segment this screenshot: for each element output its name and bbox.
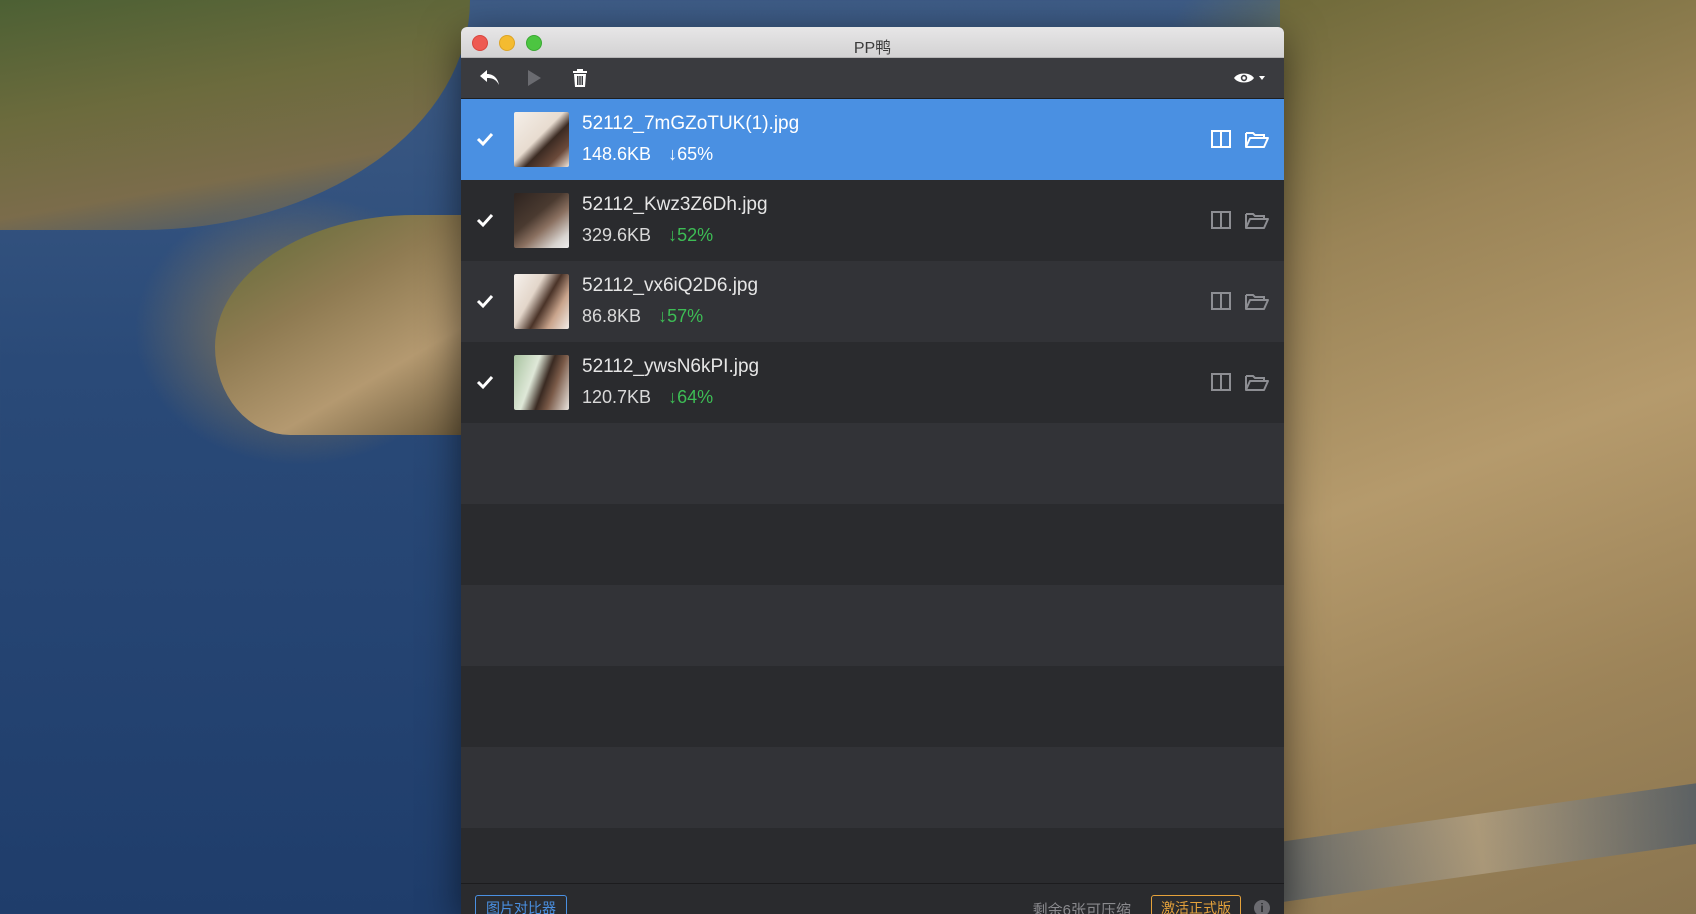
file-row[interactable]: 52112_Kwz3Z6Dh.jpg 329.6KB ↓52% xyxy=(461,180,1284,261)
trash-icon xyxy=(573,69,587,87)
split-view-icon xyxy=(1211,292,1231,310)
checkmark-icon[interactable] xyxy=(475,291,495,311)
app-window: PP鸭 52112_7mGZoTUK(1).jpg 148.6KB ↓65% 5… xyxy=(461,27,1284,914)
file-name: 52112_7mGZoTUK(1).jpg xyxy=(582,113,800,134)
empty-list-row xyxy=(461,747,1284,828)
status-bar: 图片对比器 剩余6张可压缩 激活正式版 i xyxy=(461,883,1284,914)
compression-saving: ↓65% xyxy=(668,144,714,164)
checkmark-icon[interactable] xyxy=(475,210,495,230)
empty-list-row xyxy=(461,504,1284,585)
file-name: 52112_Kwz3Z6Dh.jpg xyxy=(582,194,768,215)
file-size: 86.8KB xyxy=(582,306,642,326)
window-title: PP鸭 xyxy=(853,40,892,57)
split-view-icon xyxy=(1211,130,1231,148)
file-row[interactable]: 52112_7mGZoTUK(1).jpg 148.6KB ↓65% xyxy=(461,99,1284,180)
checkmark-icon[interactable] xyxy=(475,372,495,392)
compression-saving: ↓57% xyxy=(658,306,704,326)
open-folder-button[interactable] xyxy=(1244,370,1270,394)
undo-button[interactable] xyxy=(477,66,503,90)
info-icon[interactable]: i xyxy=(1254,900,1270,914)
file-list: 52112_7mGZoTUK(1).jpg 148.6KB ↓65% 52112… xyxy=(461,99,1284,828)
checkmark-icon[interactable] xyxy=(475,129,495,149)
file-size: 148.6KB xyxy=(582,144,652,164)
view-options-button[interactable] xyxy=(1232,66,1268,90)
activate-button[interactable]: 激活正式版 xyxy=(1151,895,1241,914)
remaining-count: 剩余6张可压缩 xyxy=(1032,902,1131,914)
file-row[interactable]: 52112_vx6iQ2D6.jpg 86.8KB ↓57% xyxy=(461,261,1284,342)
file-size: 329.6KB xyxy=(582,225,652,245)
folder-icon xyxy=(1245,213,1269,229)
play-icon xyxy=(528,70,541,86)
compare-button[interactable] xyxy=(1208,127,1234,151)
file-name: 52112_ywsN6kPI.jpg xyxy=(582,356,760,377)
folder-icon xyxy=(1245,132,1269,148)
file-meta: 120.7KB ↓64% xyxy=(582,387,713,408)
compression-saving: ↓64% xyxy=(668,387,714,407)
compare-button[interactable] xyxy=(1208,370,1234,394)
desktop-hillside xyxy=(0,0,470,230)
file-meta: 329.6KB ↓52% xyxy=(582,225,713,246)
open-folder-button[interactable] xyxy=(1244,289,1270,313)
play-button[interactable] xyxy=(521,66,547,90)
split-view-icon xyxy=(1211,373,1231,391)
image-thumbnail xyxy=(514,274,569,329)
empty-list-row xyxy=(461,666,1284,747)
desktop-coast xyxy=(1280,0,1696,914)
compression-saving: ↓52% xyxy=(668,225,714,245)
empty-list-row xyxy=(461,585,1284,666)
file-meta: 86.8KB ↓57% xyxy=(582,306,703,327)
compare-button[interactable] xyxy=(1208,289,1234,313)
title-bar: PP鸭 xyxy=(461,27,1284,58)
folder-icon xyxy=(1245,294,1269,310)
desktop-cliff xyxy=(215,215,465,435)
image-thumbnail xyxy=(514,355,569,410)
undo-icon xyxy=(480,70,499,85)
image-comparator-button[interactable]: 图片对比器 xyxy=(475,895,567,914)
split-view-icon xyxy=(1211,211,1231,229)
empty-list-row xyxy=(461,423,1284,504)
file-size: 120.7KB xyxy=(582,387,652,407)
image-thumbnail xyxy=(514,112,569,167)
compare-button[interactable] xyxy=(1208,208,1234,232)
file-row[interactable]: 52112_ywsN6kPI.jpg 120.7KB ↓64% xyxy=(461,342,1284,423)
file-meta: 148.6KB ↓65% xyxy=(582,144,713,165)
image-thumbnail xyxy=(514,193,569,248)
open-folder-button[interactable] xyxy=(1244,208,1270,232)
delete-button[interactable] xyxy=(567,66,593,90)
toolbar xyxy=(461,58,1284,99)
open-folder-button[interactable] xyxy=(1244,127,1270,151)
eye-icon xyxy=(1234,73,1265,83)
file-name: 52112_vx6iQ2D6.jpg xyxy=(582,275,759,296)
folder-icon xyxy=(1245,375,1269,391)
